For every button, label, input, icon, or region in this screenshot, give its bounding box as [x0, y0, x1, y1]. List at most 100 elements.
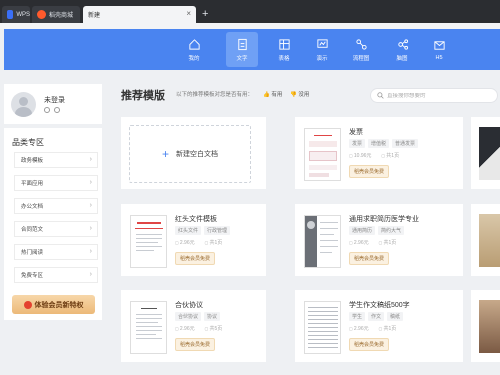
search-input[interactable] — [387, 92, 487, 99]
tab-store-label: 稻壳商城 — [49, 13, 74, 19]
template-card[interactable]: 红头文件模板 红头文件 行政管理 2.96元 共1页 稻壳会员免费 — [121, 204, 266, 276]
vip-promo-label: 体验会员新特权 — [34, 301, 84, 309]
close-tab-icon[interactable]: × — [186, 9, 191, 18]
nav-writer-label: 文字 — [236, 55, 248, 62]
category-item-label: 合同范文 — [21, 227, 44, 233]
template-pages: 共5页 — [205, 325, 223, 332]
template-card[interactable]: 合伙协议 合伙协议 协议 2.96元 共5页 稻壳会员免费 — [121, 290, 266, 362]
category-panel: 品类专区 政务模板 › 平面应用 › 办公文档 › 合同范文 › 热门阅读 › 免费专区 › — [4, 128, 102, 320]
template-pages: 共1页 — [379, 325, 397, 332]
template-thumbnail — [130, 301, 167, 354]
settings-icon[interactable] — [44, 107, 50, 113]
tab-wps[interactable]: WPS — [2, 6, 30, 23]
nav-mine[interactable]: 我的 — [178, 32, 210, 67]
nav-h5[interactable]: H5 — [423, 32, 455, 67]
document-icon — [237, 38, 247, 50]
nav-h5-label: H5 — [435, 54, 443, 61]
nav-mindmap-label: 脑图 — [396, 55, 408, 62]
template-stats: 2.96元 共1页 — [349, 325, 396, 332]
template-tag[interactable]: 增值税 — [368, 139, 390, 148]
template-tag[interactable]: 协议 — [204, 312, 221, 321]
new-blank-doc-card[interactable]: + 新建空白文档 — [121, 117, 266, 189]
user-icons — [44, 107, 60, 113]
template-title: 合伙协议 — [175, 302, 203, 309]
template-tags: 发票 增值税 普通发票 — [349, 139, 419, 148]
vip-free-badge[interactable]: 稻壳会员免费 — [349, 165, 390, 178]
category-item[interactable]: 平面应用 › — [14, 175, 98, 191]
tab-new[interactable]: 新建 × — [83, 6, 196, 23]
vip-free-badge[interactable]: 稻壳会员免费 — [349, 338, 390, 351]
template-thumbnail — [479, 300, 500, 353]
template-thumbnail — [304, 301, 341, 354]
category-item-label: 热门阅读 — [21, 250, 44, 256]
docer-logo-icon — [37, 10, 46, 19]
template-card[interactable]: 发票 发票 增值税 普通发票 10.96元 共1页 稻壳会员免费 — [295, 117, 463, 189]
template-price: 2.96元 — [175, 325, 195, 332]
category-item[interactable]: 合同范文 › — [14, 221, 98, 237]
template-tag[interactable]: 行政管理 — [204, 226, 231, 235]
template-tag[interactable]: 合伙协议 — [175, 312, 202, 321]
template-tag[interactable]: 普通发票 — [392, 139, 419, 148]
h5-icon — [433, 40, 445, 50]
avatar[interactable] — [11, 92, 36, 117]
template-title: 通用求职简历医学专业 — [349, 216, 419, 223]
new-blank-doc-button[interactable]: + 新建空白文档 — [129, 125, 251, 183]
template-card-partial[interactable] — [471, 290, 500, 362]
nav-spreadsheet[interactable]: 表格 — [268, 32, 300, 67]
chevron-right-icon: › — [89, 248, 92, 255]
template-pages: 共1页 — [205, 239, 223, 246]
template-tag[interactable]: 发票 — [349, 139, 366, 148]
template-price: 2.96元 — [349, 325, 369, 332]
template-thumbnail — [479, 214, 500, 267]
category-item[interactable]: 政务模板 › — [14, 152, 98, 168]
message-icon[interactable] — [54, 107, 60, 113]
vip-free-badge[interactable]: 稻壳会员免费 — [175, 252, 216, 265]
template-title: 红头文件模板 — [175, 216, 217, 223]
template-tag[interactable]: 红头文件 — [175, 226, 202, 235]
nav-presentation[interactable]: 演示 — [306, 32, 338, 67]
nav-writer[interactable]: 文字 — [226, 32, 258, 67]
template-card[interactable]: 通用求职简历医学专业 通用简历 简约大气 2.96元 共1页 稻壳会员免费 — [295, 204, 463, 276]
template-tags: 通用简历 简约大气 — [349, 226, 405, 235]
template-card[interactable]: 学生作文稿纸500字 学生 作文 稿纸 2.96元 共1页 稻壳会员免费 — [295, 290, 463, 362]
search-box[interactable] — [370, 88, 498, 103]
template-title: 学生作文稿纸500字 — [349, 302, 410, 309]
category-item-label: 平面应用 — [21, 181, 44, 187]
feedback-useful-button[interactable]: 👍 有用 — [263, 90, 282, 98]
template-stats: 2.96元 共1页 — [349, 239, 396, 246]
feedback-hint: 以下的推荐模板对您是否有用： — [176, 92, 254, 98]
template-thumbnail — [304, 128, 341, 181]
feedback-useless-button[interactable]: 👎 没用 — [290, 90, 309, 98]
template-tag[interactable]: 作文 — [368, 312, 385, 321]
category-item[interactable]: 办公文档 › — [14, 198, 98, 214]
vip-free-badge[interactable]: 稻壳会员免费 — [349, 252, 390, 265]
wps-logo-icon — [7, 10, 14, 19]
vip-promo-button[interactable]: 体验会员新特权 — [12, 295, 95, 314]
chevron-right-icon: › — [89, 271, 92, 278]
template-stats: 2.96元 共5页 — [175, 325, 222, 332]
tab-new-label: 新建 — [88, 13, 101, 19]
nav-mine-label: 我的 — [188, 55, 200, 62]
template-tag[interactable]: 学生 — [349, 312, 366, 321]
template-tag[interactable]: 稿纸 — [387, 312, 404, 321]
category-item-label: 政务模板 — [21, 158, 44, 164]
nav-flowchart[interactable]: 流程图 — [345, 32, 377, 67]
template-card-partial[interactable] — [471, 117, 500, 189]
category-item[interactable]: 免费专区 › — [14, 267, 98, 283]
flowchart-icon — [355, 38, 367, 50]
template-stats: 2.96元 共1页 — [175, 239, 222, 246]
mindmap-icon — [397, 38, 408, 50]
tab-docer-store[interactable]: 稻壳商城 — [32, 6, 80, 23]
template-tags: 红头文件 行政管理 — [175, 226, 231, 235]
template-card-partial[interactable] — [471, 204, 500, 276]
nav-mindmap[interactable]: 脑图 — [386, 32, 418, 67]
template-tag[interactable]: 通用简历 — [349, 226, 376, 235]
add-tab-button[interactable]: + — [202, 8, 208, 20]
template-tag[interactable]: 简约大气 — [378, 226, 405, 235]
feedback-useful-label: 有用 — [271, 92, 283, 98]
category-title: 品类专区 — [12, 138, 44, 147]
vip-free-badge[interactable]: 稻壳会员免费 — [175, 338, 216, 351]
template-price: 2.96元 — [175, 239, 195, 246]
login-status[interactable]: 未登录 — [44, 95, 65, 105]
category-item[interactable]: 热门阅读 › — [14, 244, 98, 260]
